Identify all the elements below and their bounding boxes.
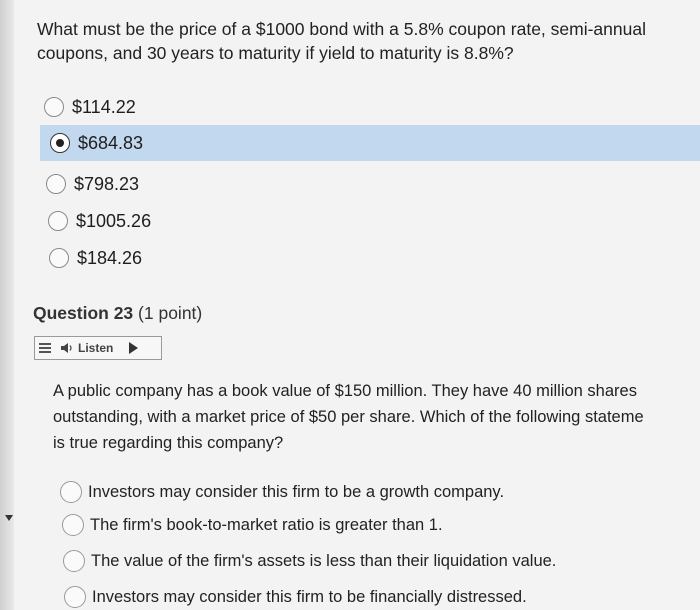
option-label: $184.26 xyxy=(77,247,143,268)
question-number: Question 23 xyxy=(33,303,134,323)
listen-widget[interactable]: Listen xyxy=(34,336,162,360)
question-text-line: outstanding, with a market price of $50 … xyxy=(53,408,644,426)
q22-option-5[interactable]: $184.26 xyxy=(49,240,142,276)
option-label: $114.22 xyxy=(72,96,136,117)
q23-option-4[interactable]: Investors may consider this firm to be f… xyxy=(64,584,527,610)
radio-button[interactable] xyxy=(60,481,82,503)
radio-button[interactable] xyxy=(62,514,84,536)
question-text-line: is true regarding this company? xyxy=(53,434,284,452)
q23-option-1[interactable]: Investors may consider this firm to be a… xyxy=(60,479,504,505)
collapse-arrow-icon[interactable] xyxy=(5,515,13,521)
option-label: $1005.26 xyxy=(76,210,152,231)
option-label: $798.23 xyxy=(74,173,140,194)
q22-option-1[interactable]: $114.22 xyxy=(44,89,136,125)
option-label: Investors may consider this firm to be f… xyxy=(92,587,527,606)
radio-button[interactable] xyxy=(49,248,69,268)
play-icon[interactable] xyxy=(129,342,139,354)
radio-button[interactable] xyxy=(46,174,66,194)
q23-option-3[interactable]: The value of the firm's assets is less t… xyxy=(63,548,556,574)
question-points: (1 point) xyxy=(138,303,203,323)
option-label: The value of the firm's assets is less t… xyxy=(91,551,557,570)
radio-button[interactable] xyxy=(63,550,85,572)
radio-button[interactable] xyxy=(48,211,68,231)
q23-option-2[interactable]: The firm's book-to-market ratio is great… xyxy=(62,512,443,538)
option-label: $684.83 xyxy=(78,132,144,153)
q22-option-4[interactable]: $1005.26 xyxy=(48,203,151,239)
question-23-text: A public company has a book value of $15… xyxy=(53,378,698,456)
question-22-text: What must be the price of a $1000 bond w… xyxy=(37,19,646,63)
radio-button-checked[interactable] xyxy=(50,133,70,153)
q22-option-3[interactable]: $798.23 xyxy=(46,166,139,202)
speaker-icon xyxy=(61,343,72,353)
radio-button[interactable] xyxy=(64,586,86,608)
question-23-heading: Question 23 (1 point) xyxy=(33,303,202,324)
radio-button[interactable] xyxy=(44,97,64,117)
question-text-line: A public company has a book value of $15… xyxy=(53,382,637,400)
menu-icon[interactable] xyxy=(39,343,51,353)
q22-option-2-selected[interactable]: $684.83 xyxy=(40,125,700,161)
option-label: Investors may consider this firm to be a… xyxy=(88,482,505,501)
listen-label[interactable]: Listen xyxy=(78,341,113,355)
option-label: The firm's book-to-market ratio is great… xyxy=(90,515,443,534)
